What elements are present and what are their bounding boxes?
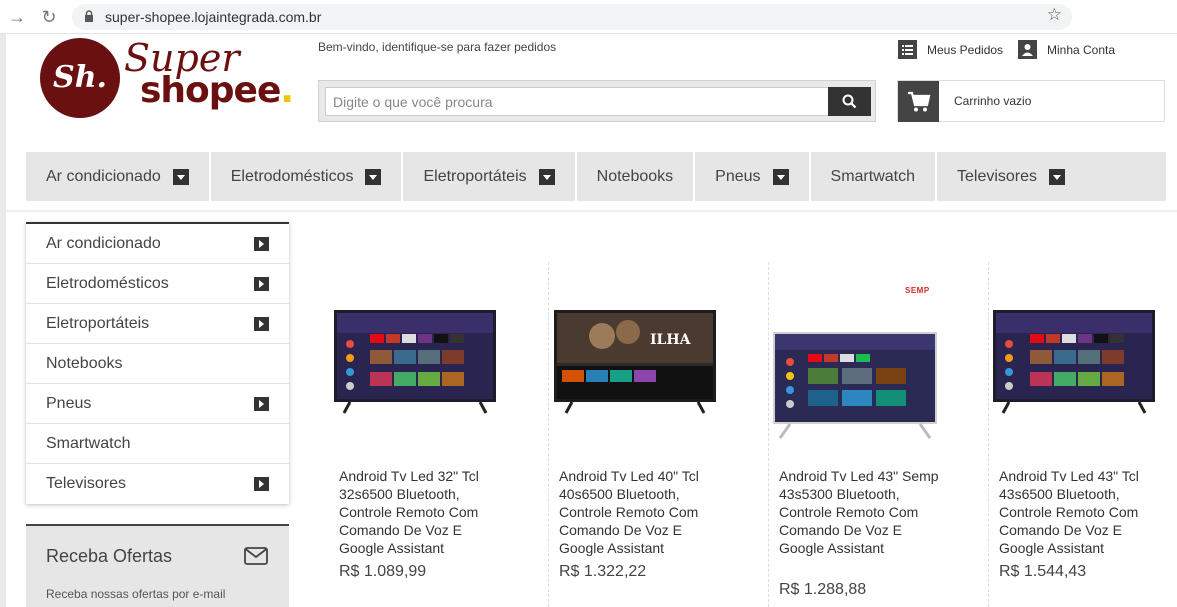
product-price: R$ 1.322,22 <box>559 563 647 580</box>
logo-word-shopee: shopee. <box>140 70 294 111</box>
newsletter-subtitle: Receba nossas ofertas por e-mail <box>46 587 226 601</box>
search-input[interactable] <box>325 87 829 116</box>
newsletter-title: Receba Ofertas <box>46 546 173 566</box>
sidebar-category-item[interactable]: Ar condicionado <box>26 224 289 264</box>
back-arrow-icon[interactable]: → <box>6 6 28 28</box>
category-menu-label: Notebooks <box>596 167 674 185</box>
category-menu-item[interactable]: Ar condicionado <box>26 152 211 201</box>
nav-divider <box>6 210 1177 212</box>
chevron-down-icon[interactable] <box>538 168 555 185</box>
category-menu-label: Televisores <box>956 167 1038 185</box>
product-image[interactable]: ILHA <box>550 262 769 422</box>
category-menu-item[interactable]: Notebooks <box>577 152 696 201</box>
sidebar-category-item[interactable]: Televisores <box>26 464 289 504</box>
product-image[interactable] <box>990 262 1177 422</box>
category-menu-label: Smartwatch <box>830 167 915 185</box>
sidebar-category-item[interactable]: Smartwatch <box>26 424 289 464</box>
chevron-down-icon[interactable] <box>172 168 189 185</box>
product-price: R$ 1.089,99 <box>339 563 427 580</box>
chevron-right-icon[interactable] <box>254 397 269 411</box>
cart-icon-box <box>898 81 939 122</box>
browser-toolbar: → ↻ super-shopee.lojaintegrada.com.br ☆ <box>0 0 1177 34</box>
product-price: R$ 1.288,88 <box>779 581 867 598</box>
search-bar <box>318 80 876 122</box>
sidebar-category-label: Pneus <box>46 395 92 412</box>
logo-monogram: Sh. <box>40 38 120 118</box>
product-image[interactable] <box>330 262 549 422</box>
product-name[interactable]: Android Tv Led 32" Tcl 32s6500 Bluetooth… <box>339 467 499 557</box>
product-name[interactable]: Android Tv Led 43" Semp 43s5300 Bluetoot… <box>779 467 939 557</box>
bookmark-star-icon[interactable]: ☆ <box>1047 5 1062 25</box>
category-menu-label: Pneus <box>715 167 761 185</box>
product-card[interactable]: Android Tv Led 32" Tcl 32s6500 Bluetooth… <box>330 262 549 607</box>
cart-icon <box>908 91 931 112</box>
search-button[interactable] <box>828 87 871 116</box>
product-name[interactable]: Android Tv Led 40" Tcl 40s6500 Bluetooth… <box>559 467 719 557</box>
category-menu-item[interactable]: Pneus <box>695 152 811 201</box>
cart-button[interactable]: Carrinho vazio <box>897 80 1165 122</box>
product-card[interactable]: SEMP Android Tv Led 43" Semp 43s5300 Blu… <box>770 262 989 607</box>
category-menu-item[interactable]: Smartwatch <box>811 152 937 201</box>
lock-icon <box>85 10 93 22</box>
search-icon <box>842 94 857 109</box>
category-menu-label: Eletrodomésticos <box>230 167 354 185</box>
chevron-right-icon[interactable] <box>254 317 269 331</box>
product-image[interactable] <box>770 262 989 442</box>
my-orders-label: Meus Pedidos <box>927 43 1004 57</box>
category-menu: Ar condicionado Eletrodomésticos Eletropor… <box>26 152 1166 201</box>
product-price: R$ 1.544,43 <box>999 563 1087 580</box>
sidebar-category-item[interactable]: Eletrodomésticos <box>26 264 289 304</box>
sidebar-category-label: Eletrodomésticos <box>46 275 169 292</box>
chevron-right-icon[interactable] <box>254 277 269 291</box>
sidebar-category-item[interactable]: Notebooks <box>26 344 289 384</box>
svg-text:ILHA: ILHA <box>650 332 692 348</box>
category-menu-item[interactable]: Eletroportáteis <box>403 152 577 201</box>
category-menu-item[interactable]: Eletrodomésticos <box>211 152 404 201</box>
welcome-message[interactable]: Bem-vindo, identifique-se para fazer ped… <box>318 40 556 54</box>
category-menu-label: Ar condicionado <box>46 167 161 185</box>
sidebar-category-item[interactable]: Eletroportáteis <box>26 304 289 344</box>
reload-icon[interactable]: ↻ <box>38 6 60 28</box>
product-name[interactable]: Android Tv Led 43" Tcl 43s6500 Bluetooth… <box>999 467 1159 557</box>
newsletter-box: Receba Ofertas Receba nossas ofertas por… <box>26 524 289 607</box>
page-edge <box>0 34 6 607</box>
my-account-link[interactable]: Minha Conta <box>1018 40 1128 60</box>
sidebar-category-label: Smartwatch <box>46 435 131 452</box>
product-card[interactable]: Android Tv Led 43" Tcl 43s6500 Bluetooth… <box>990 262 1177 607</box>
chevron-right-icon[interactable] <box>254 477 269 491</box>
sidebar-category-label: Notebooks <box>46 355 123 372</box>
mail-icon <box>244 547 268 565</box>
address-bar[interactable]: super-shopee.lojaintegrada.com.br ☆ <box>72 4 1072 30</box>
my-orders-link[interactable]: Meus Pedidos <box>898 40 1008 60</box>
chevron-down-icon[interactable] <box>1049 168 1066 185</box>
sidebar-category-item[interactable]: Pneus <box>26 384 289 424</box>
cart-status: Carrinho vazio <box>954 94 1032 108</box>
store-logo[interactable]: Sh. Super shopee. <box>40 36 294 120</box>
product-card[interactable]: ILHA Android Tv Led 40" Tcl 40s6500 Blue… <box>550 262 769 607</box>
url-text: super-shopee.lojaintegrada.com.br <box>105 9 322 25</box>
sidebar-categories: Ar condicionado Eletrodomésticos Eletropor… <box>26 222 289 504</box>
sidebar-category-label: Ar condicionado <box>46 235 161 252</box>
user-icon <box>1018 40 1037 59</box>
list-icon <box>898 40 917 59</box>
my-account-label: Minha Conta <box>1047 43 1116 57</box>
chevron-down-icon[interactable] <box>365 168 382 185</box>
chevron-right-icon[interactable] <box>254 237 269 251</box>
sidebar-category-label: Televisores <box>46 475 127 492</box>
sidebar-category-label: Eletroportáteis <box>46 315 150 332</box>
category-menu-item[interactable]: Televisores <box>937 152 1085 201</box>
category-menu-label: Eletroportáteis <box>423 167 527 185</box>
chevron-down-icon[interactable] <box>772 168 789 185</box>
